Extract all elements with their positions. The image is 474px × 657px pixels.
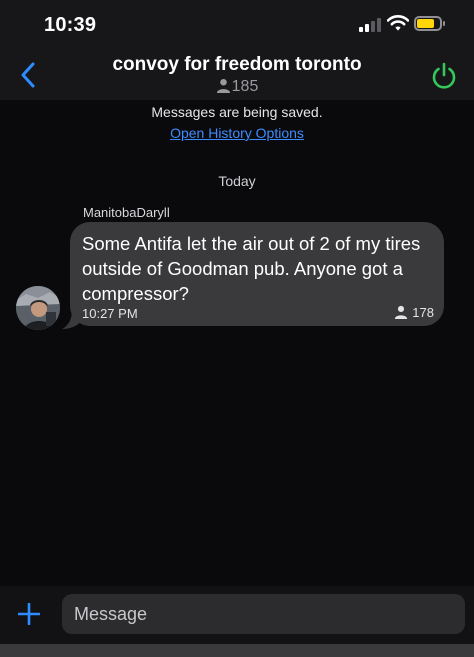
plus-icon[interactable] [18, 603, 40, 625]
saving-notice: Messages are being saved. [151, 104, 323, 120]
read-count: 178 [394, 305, 434, 320]
status-time: 10:39 [44, 14, 97, 36]
member-count-value: 185 [231, 78, 259, 95]
battery-icon [414, 16, 445, 31]
person-icon [395, 305, 408, 319]
member-count: 185 [0, 78, 474, 96]
wifi-icon [387, 15, 409, 31]
history-options-link[interactable]: Open History Options [0, 125, 474, 141]
date-divider: Today [218, 173, 256, 189]
message-input[interactable] [62, 594, 465, 634]
cellular-signal-icon [359, 18, 383, 32]
message-time: 10:27 PM [82, 306, 138, 321]
power-icon[interactable] [428, 60, 460, 92]
battery-level [417, 19, 434, 28]
avatar[interactable] [16, 286, 60, 330]
message-bubble[interactable]: Some Antifa let the air out of 2 of my t… [70, 222, 444, 326]
chat-title: convoy for freedom toronto [112, 54, 362, 75]
message-sender: ManitobaDaryll [83, 205, 170, 220]
read-count-value: 178 [412, 305, 434, 320]
message-text: Some Antifa let the air out of 2 of my t… [82, 233, 421, 304]
person-icon [216, 78, 230, 93]
bottom-strip [0, 644, 474, 657]
